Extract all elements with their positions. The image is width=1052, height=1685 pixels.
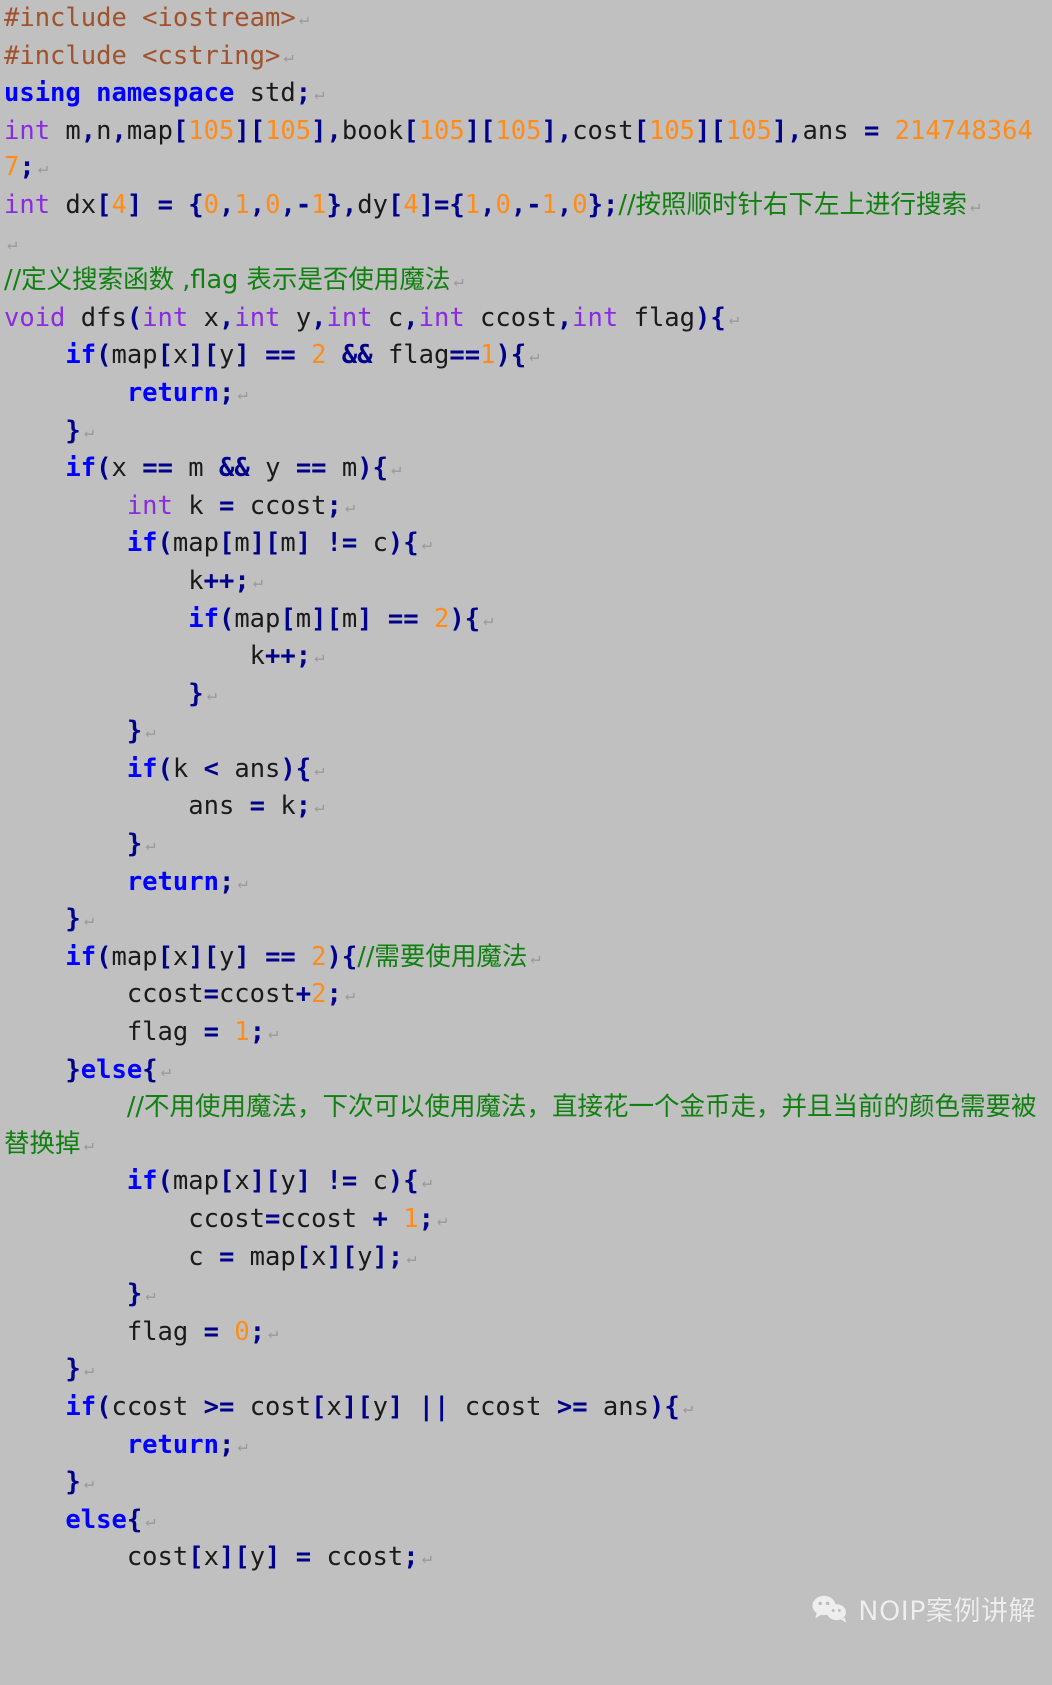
- line-break-marker: ↵: [237, 383, 248, 404]
- line-break-marker: ↵: [421, 1548, 432, 1569]
- code-line: using namespace std; ↵: [4, 78, 325, 109]
- code-line: ans = k; ↵: [188, 791, 325, 822]
- line-break-marker: ↵: [83, 1473, 95, 1494]
- watermark-label: NOIP案例讲解: [858, 1595, 1036, 1627]
- line-break-marker: ↵: [7, 233, 18, 254]
- line-break-marker: ↵: [344, 496, 356, 517]
- line-break-marker: ↵: [314, 797, 325, 818]
- code-line: ccost=ccost+2; ↵: [126, 979, 356, 1010]
- wechat-icon: [811, 1594, 849, 1628]
- line-break-marker: ↵: [483, 609, 494, 630]
- code-line: } ↵: [65, 904, 95, 935]
- code-line: int dx[4] = {0,1,0,-1},dy[4]={1,0,-1,0};…: [4, 189, 981, 220]
- code-line: #include <iostream> ↵: [4, 3, 309, 33]
- watermark: NOIP案例讲解: [811, 1594, 1036, 1628]
- code-line: k++; ↵: [249, 641, 325, 672]
- code-line: if(x == m && y == m){↵: [65, 453, 402, 484]
- line-break-marker: ↵: [145, 1285, 156, 1306]
- code-line: if(k < ans){↵: [126, 753, 325, 784]
- line-break-marker: ↵: [682, 1397, 693, 1418]
- code-line: } ↵: [65, 1467, 95, 1498]
- line-break-marker: ↵: [283, 46, 294, 67]
- line-break-marker: ↵: [314, 647, 325, 668]
- line-break-marker: ↵: [436, 1210, 448, 1230]
- code-viewer: #include <iostream> ↵ #include <cstring> ↵ u…: [0, 0, 1052, 1685]
- code-line: c = map[x][y]; ↵: [188, 1241, 417, 1272]
- line-break-marker: ↵: [298, 9, 309, 29]
- code-line: if(map[x][y] == 2 && flag==1){↵: [65, 340, 540, 371]
- line-break-marker: ↵: [83, 910, 95, 931]
- line-break-marker: ↵: [237, 1435, 248, 1456]
- line-break-marker: ↵: [206, 684, 217, 705]
- code-line: else{↵: [65, 1504, 156, 1535]
- line-break-marker: ↵: [728, 308, 739, 329]
- line-break-marker: ↵: [160, 1060, 171, 1081]
- code-line: ↵: [4, 225, 1048, 263]
- line-break-marker: ↵: [252, 571, 263, 592]
- code-line: }else{↵: [65, 1054, 171, 1085]
- code-line: flag = 0; ↵: [126, 1316, 279, 1347]
- line-break-marker: ↵: [421, 1172, 432, 1193]
- code-line: } ↵: [126, 829, 156, 860]
- code-line: int m,n,map[105][105],book[105][105],cos…: [4, 115, 1033, 183]
- code-line: //不用使用魔法，下次可以使用魔法，直接花一个金币走，并且当前的颜色需要被替换掉…: [4, 1092, 1037, 1159]
- line-break-marker: ↵: [390, 459, 402, 480]
- code-line: if(map[m][m] == 2){↵: [188, 603, 494, 634]
- line-break-marker: ↵: [83, 1134, 94, 1155]
- code-line: flag = 1; ↵: [126, 1017, 279, 1048]
- code-body: #include <iostream> ↵ #include <cstring> ↵ u…: [4, 0, 1048, 1577]
- code-line: } ↵: [65, 1354, 95, 1385]
- code-line: } ↵: [126, 1279, 156, 1310]
- line-break-marker: ↵: [83, 421, 95, 442]
- line-break-marker: ↵: [406, 1247, 417, 1268]
- code-line: ccost=ccost + 1; ↵: [188, 1204, 448, 1234]
- code-line: if(map[x][y] != c){↵: [126, 1166, 432, 1197]
- line-break-marker: ↵: [453, 271, 464, 292]
- line-break-marker: ↵: [530, 947, 541, 968]
- code-line: } ↵: [65, 415, 95, 446]
- line-break-marker: ↵: [314, 759, 325, 780]
- code-line: k++; ↵: [188, 565, 263, 596]
- line-break-marker: ↵: [145, 1510, 156, 1531]
- code-line: return; ↵: [126, 1429, 248, 1460]
- code-line: return; ↵: [126, 866, 248, 897]
- line-break-marker: ↵: [970, 195, 981, 216]
- code-line: if(ccost >= cost[x][y] || ccost >= ans){…: [65, 1391, 693, 1422]
- code-line: } ↵: [126, 716, 156, 747]
- line-break-marker: ↵: [421, 534, 432, 555]
- line-break-marker: ↵: [237, 872, 248, 893]
- code-line: int k = ccost; ↵: [126, 490, 356, 521]
- code-line: } ↵: [188, 678, 217, 709]
- line-break-marker: ↵: [145, 835, 156, 856]
- code-line: if(map[x][y] == 2){//需要使用魔法 ↵: [65, 941, 541, 972]
- line-break-marker: ↵: [145, 722, 156, 743]
- code-line: void dfs(int x,int y,int c,int ccost,int…: [4, 302, 739, 333]
- line-break-marker: ↵: [344, 985, 356, 1006]
- line-break-marker: ↵: [268, 1023, 279, 1044]
- line-break-marker: ↵: [83, 1360, 95, 1381]
- line-break-marker: ↵: [268, 1322, 279, 1343]
- code-line: return; ↵: [126, 377, 248, 408]
- code-line: if(map[m][m] != c){↵: [126, 528, 432, 559]
- code-line: cost[x][y] = ccost; ↵: [126, 1542, 432, 1573]
- code-line: //定义搜索函数 ,flag 表示是否使用魔法 ↵: [4, 265, 464, 296]
- line-break-marker: ↵: [314, 84, 325, 105]
- line-break-marker: ↵: [529, 346, 540, 367]
- code-line: #include <cstring> ↵: [4, 40, 294, 71]
- line-break-marker: ↵: [37, 158, 48, 179]
